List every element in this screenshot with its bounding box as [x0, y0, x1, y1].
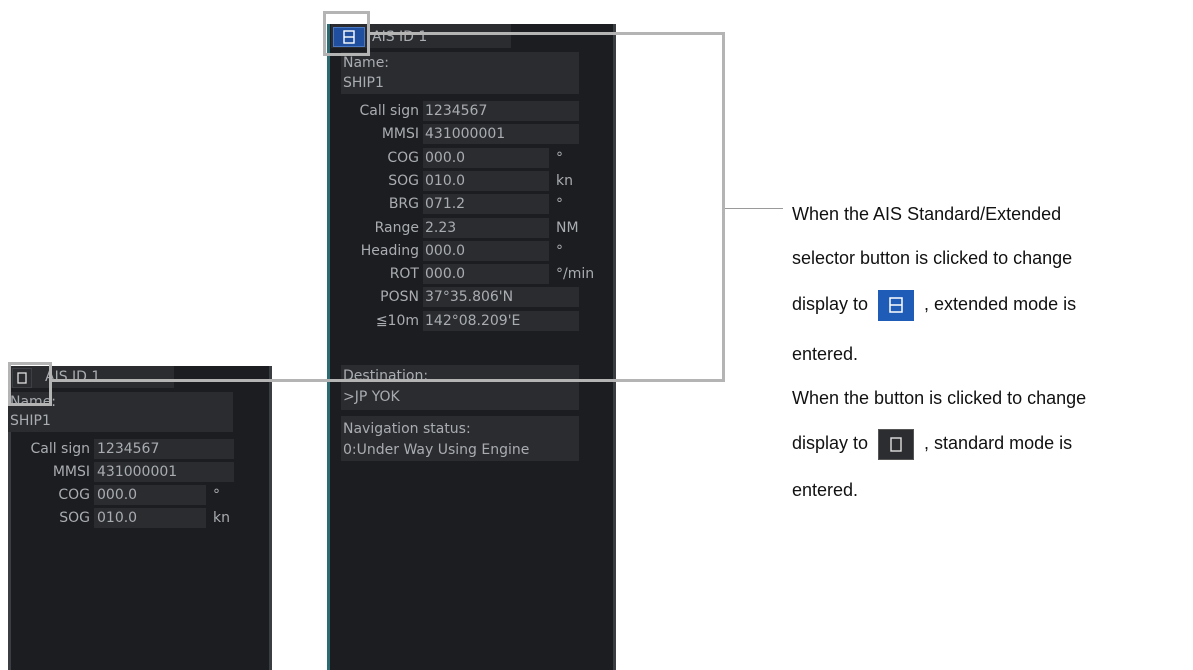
row-value: 1234567 — [425, 103, 488, 119]
connector-line-top — [370, 32, 724, 35]
description-line-7: entered. — [792, 480, 859, 500]
row-label: BRG — [388, 196, 419, 212]
row-value: 431000001 — [425, 126, 506, 142]
description-line-6: display to , standard mode is — [792, 425, 1192, 461]
row-label: ROT — [389, 266, 419, 282]
row-label: MMSI — [381, 126, 419, 142]
extended-mode-icon — [878, 289, 915, 321]
ais-title: AIS ID 1 — [372, 29, 428, 45]
row-value: 010.0 — [425, 173, 466, 189]
ais-panel-standard: AIS ID 1 Name: SHIP1 Call sign 1234567 M… — [8, 366, 272, 670]
navigation-status-value: 0:Under Way Using Engine — [343, 442, 530, 458]
extended-button-highlight-frame — [323, 11, 370, 56]
description-line-3-pre: display to — [792, 294, 869, 314]
row-value: 2.23 — [425, 220, 457, 236]
call-sign-label: Call sign — [30, 441, 90, 457]
description-line-6-post: , standard mode is — [924, 433, 1073, 453]
destination-label: Destination: — [343, 368, 429, 384]
ais-title: AIS ID 1 — [45, 369, 101, 385]
description-line-2: selector button is clicked to change — [792, 248, 1073, 268]
name-label: Name: — [343, 55, 390, 71]
connector-line-vertical — [722, 32, 725, 382]
row-unit: ° — [556, 243, 563, 259]
call-sign-value: 1234567 — [97, 441, 160, 457]
row-label: COG — [387, 150, 419, 166]
row-value: 000.0 — [425, 243, 466, 259]
row-label: Call sign — [359, 103, 419, 119]
cog-label: COG — [58, 487, 90, 503]
description-line-6-pre: display to — [792, 433, 869, 453]
row-value: 071.2 — [425, 196, 466, 212]
destination-value: >JP YOK — [343, 389, 400, 405]
split-rectangle-icon — [889, 297, 903, 313]
description-line-5: When the button is clicked to change — [792, 388, 1087, 408]
row-value: 000.0 — [425, 266, 466, 282]
navigation-status-label: Navigation status: — [343, 421, 471, 437]
row-unit: NM — [556, 220, 579, 236]
row-unit: ° — [556, 196, 563, 212]
sog-unit: kn — [213, 510, 230, 526]
row-label: SOG — [388, 173, 419, 189]
row-value: 37°35.806'N — [425, 289, 514, 305]
callout-leader-line — [725, 208, 783, 209]
row-unit: °/min — [556, 266, 595, 282]
row-label: POSN — [380, 289, 419, 305]
row-unit: ° — [556, 150, 563, 166]
description-line-3-post: , extended mode is — [924, 294, 1077, 314]
standard-button-highlight-frame — [8, 362, 52, 406]
row-value: 000.0 — [425, 150, 466, 166]
row-label: Heading — [360, 243, 419, 259]
name-value: SHIP1 — [10, 413, 51, 429]
sog-value: 010.0 — [97, 510, 138, 526]
cog-value: 000.0 — [97, 487, 138, 503]
description-line-3: display to , extended mode is — [792, 286, 1192, 322]
row-label: ≦10m — [375, 313, 419, 329]
description-line-4: entered. — [792, 344, 859, 364]
mmsi-label: MMSI — [52, 464, 90, 480]
row-label: Range — [374, 220, 419, 236]
sog-label: SOG — [59, 510, 90, 526]
standard-mode-icon — [878, 428, 915, 460]
ais-panel-extended: AIS ID 1 Name: SHIP1 Call sign 1234567 MMS… — [327, 24, 616, 670]
cog-unit: ° — [213, 487, 220, 503]
row-value: 142°08.209'E — [425, 313, 521, 329]
mmsi-value: 431000001 — [97, 464, 178, 480]
name-value: SHIP1 — [343, 75, 384, 91]
description-line-1: When the AIS Standard/Extended — [792, 204, 1062, 224]
row-unit: kn — [556, 173, 573, 189]
connector-line-bottom — [52, 379, 724, 382]
empty-rectangle-icon — [890, 437, 902, 452]
